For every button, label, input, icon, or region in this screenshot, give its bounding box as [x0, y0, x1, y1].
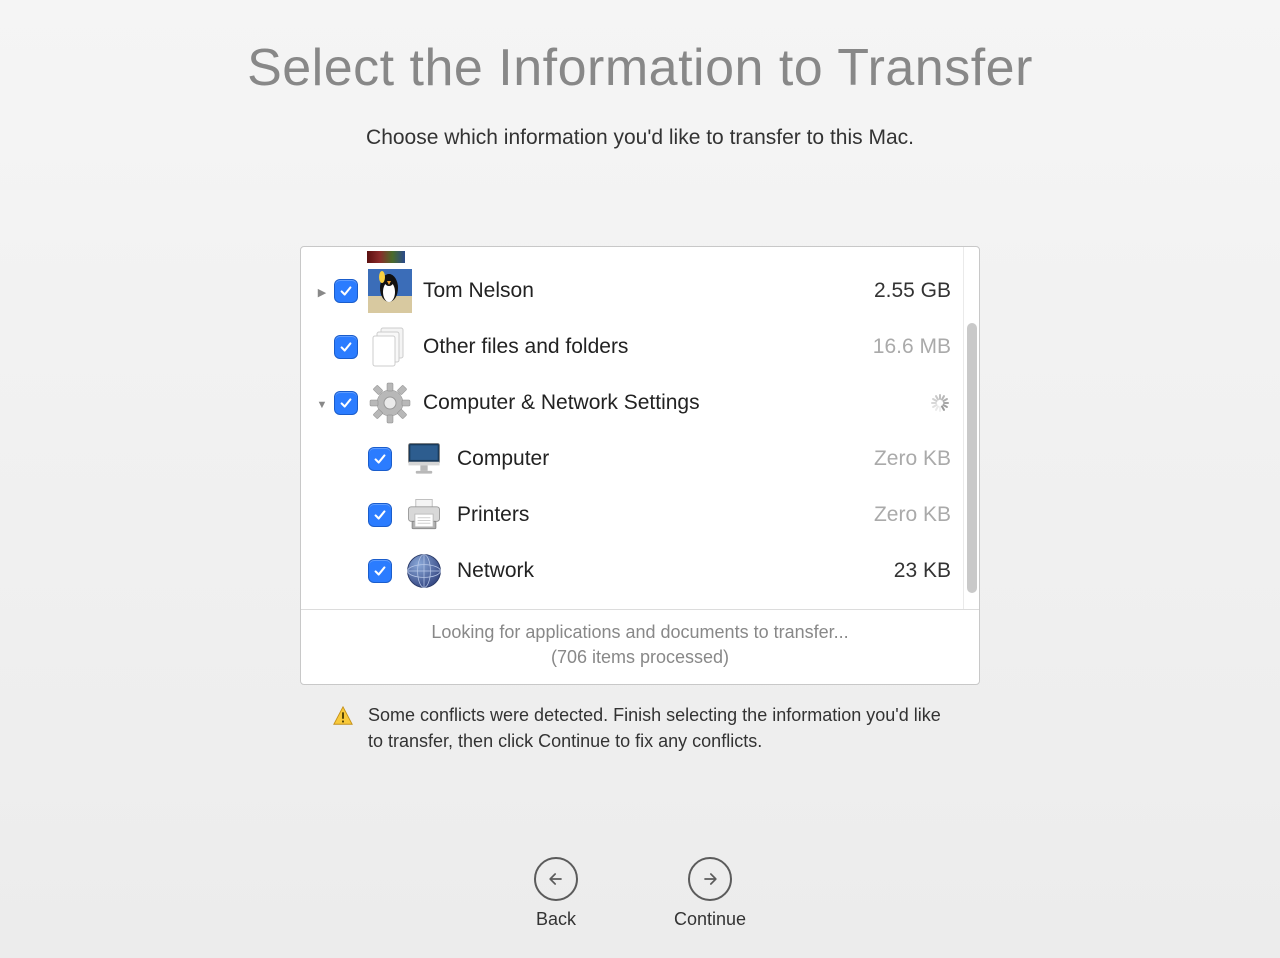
list-item: Other files and folders 16.6 MB	[301, 319, 963, 375]
penguin-icon	[367, 268, 413, 314]
scrollbar-thumb[interactable]	[967, 323, 977, 593]
warning-row: Some conflicts were detected. Finish sel…	[300, 703, 980, 753]
item-size: Zero KB	[874, 447, 955, 471]
back-label: Back	[536, 909, 576, 930]
page-subtitle: Choose which information you'd like to t…	[366, 126, 914, 150]
cropped-row-peek	[367, 251, 963, 263]
checkbox[interactable]	[335, 336, 357, 358]
checkbox[interactable]	[369, 504, 391, 526]
documents-icon	[367, 324, 413, 370]
list-item: Computer Zero KB	[301, 431, 963, 487]
status-line-1: Looking for applications and documents t…	[321, 620, 959, 645]
status-line-2: (706 items processed)	[321, 645, 959, 670]
status-message: Looking for applications and documents t…	[301, 609, 979, 684]
warning-text: Some conflicts were detected. Finish sel…	[368, 703, 948, 753]
list-item: Printers Zero KB	[301, 487, 963, 543]
list-item: Computer & Network Settings	[301, 375, 963, 431]
item-label: Computer	[457, 447, 874, 471]
transfer-panel: Tom Nelson 2.55 GB	[300, 246, 980, 685]
scrollbar[interactable]	[963, 247, 979, 609]
warning-icon	[332, 705, 354, 727]
item-label: Other files and folders	[423, 335, 873, 359]
imac-icon	[401, 436, 447, 482]
arrow-left-icon	[534, 857, 578, 901]
checkbox[interactable]	[335, 280, 357, 302]
network-icon	[401, 548, 447, 594]
item-label: Printers	[457, 503, 874, 527]
gear-icon	[367, 380, 413, 426]
arrow-right-icon	[688, 857, 732, 901]
item-size: 23 KB	[894, 559, 955, 583]
item-size: 2.55 GB	[874, 279, 955, 303]
printer-icon	[401, 492, 447, 538]
checkbox[interactable]	[369, 448, 391, 470]
transfer-list: Tom Nelson 2.55 GB	[301, 247, 963, 609]
page-title: Select the Information to Transfer	[247, 38, 1033, 98]
item-size: Zero KB	[874, 503, 955, 527]
checkbox[interactable]	[335, 392, 357, 414]
list-item: Network 23 KB	[301, 543, 963, 599]
disclosure-toggle[interactable]	[313, 282, 331, 300]
item-label: Network	[457, 559, 894, 583]
continue-button[interactable]: Continue	[674, 857, 746, 930]
checkbox[interactable]	[369, 560, 391, 582]
item-size: 16.6 MB	[873, 335, 955, 359]
continue-label: Continue	[674, 909, 746, 930]
back-button[interactable]: Back	[534, 857, 578, 930]
disclosure-toggle[interactable]	[313, 394, 331, 412]
spinner-icon	[929, 392, 955, 414]
item-label: Computer & Network Settings	[423, 391, 929, 415]
item-label: Tom Nelson	[423, 279, 874, 303]
list-item: Tom Nelson 2.55 GB	[301, 263, 963, 319]
